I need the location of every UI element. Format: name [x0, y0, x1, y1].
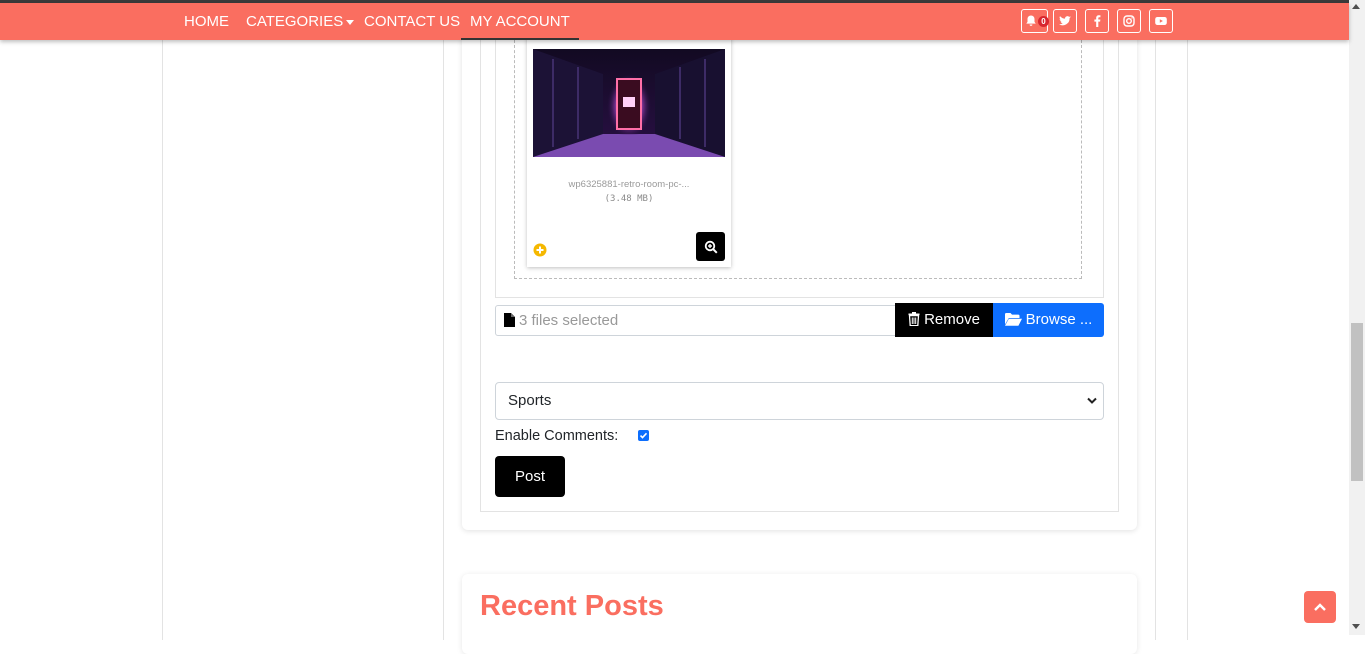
- plus-circle-icon[interactable]: [533, 243, 547, 257]
- page-scrollbar[interactable]: [1349, 0, 1365, 635]
- chevron-up-icon: [1314, 603, 1326, 611]
- nav-categories-label: CATEGORIES: [246, 13, 344, 30]
- zoom-in-icon: [704, 240, 718, 254]
- browse-files-button[interactable]: Browse ...: [993, 303, 1104, 337]
- thumbnail-image: [533, 49, 725, 157]
- nav-contact-us[interactable]: CONTACT US: [364, 3, 460, 40]
- trash-icon: [908, 312, 920, 327]
- file-caption-input[interactable]: 3 files selected: [495, 305, 896, 336]
- caret-down-icon: [346, 19, 355, 25]
- scroll-up-arrow-icon[interactable]: [1352, 4, 1360, 9]
- thumbnail-file-name: wp6325881-retro-room-pc-...: [568, 179, 690, 190]
- post-button[interactable]: Post: [495, 456, 565, 497]
- zoom-preview-button[interactable]: [696, 232, 725, 261]
- scrollbar-thumb[interactable]: [1351, 323, 1363, 481]
- enable-comments-label: Enable Comments:: [495, 428, 619, 444]
- youtube-link[interactable]: [1149, 9, 1173, 33]
- bell-icon: [1025, 15, 1036, 26]
- remove-files-button[interactable]: Remove: [895, 303, 993, 337]
- nav-categories[interactable]: CATEGORIES: [246, 3, 355, 40]
- facebook-icon: [1094, 15, 1101, 27]
- youtube-icon: [1155, 17, 1167, 25]
- browse-files-label: Browse ...: [1025, 311, 1093, 328]
- facebook-link[interactable]: [1085, 9, 1109, 33]
- file-preview-thumbnail: wp6325881-retro-room-pc-... (3.48 MB): [527, 30, 731, 267]
- main-navbar: HOME CATEGORIES CONTACT US MY ACCOUNT 0: [0, 3, 1349, 40]
- folder-open-icon: [1004, 313, 1022, 326]
- chevron-down-icon: [1087, 397, 1097, 404]
- twitter-icon: [1059, 16, 1071, 26]
- scroll-down-arrow-icon[interactable]: [1352, 624, 1360, 629]
- notification-badge: 0: [1038, 16, 1049, 27]
- instagram-icon: [1123, 15, 1135, 27]
- remove-files-label: Remove: [924, 311, 980, 328]
- file-caption-text: 3 files selected: [519, 312, 619, 329]
- nav-my-account[interactable]: MY ACCOUNT: [461, 3, 579, 40]
- category-select[interactable]: Sports: [495, 382, 1104, 420]
- recent-posts-heading: Recent Posts: [480, 590, 664, 622]
- notification-button[interactable]: 0: [1021, 9, 1049, 33]
- back-to-top-button[interactable]: [1304, 591, 1336, 623]
- nav-home[interactable]: HOME: [184, 3, 229, 40]
- enable-comments-checkbox[interactable]: [638, 430, 649, 441]
- instagram-link[interactable]: [1117, 9, 1141, 33]
- thumbnail-file-size: (3.48 MB): [604, 194, 654, 204]
- category-selected-value: Sports: [508, 392, 552, 409]
- twitter-link[interactable]: [1053, 9, 1077, 33]
- file-icon: [504, 313, 515, 327]
- check-icon: [639, 432, 648, 439]
